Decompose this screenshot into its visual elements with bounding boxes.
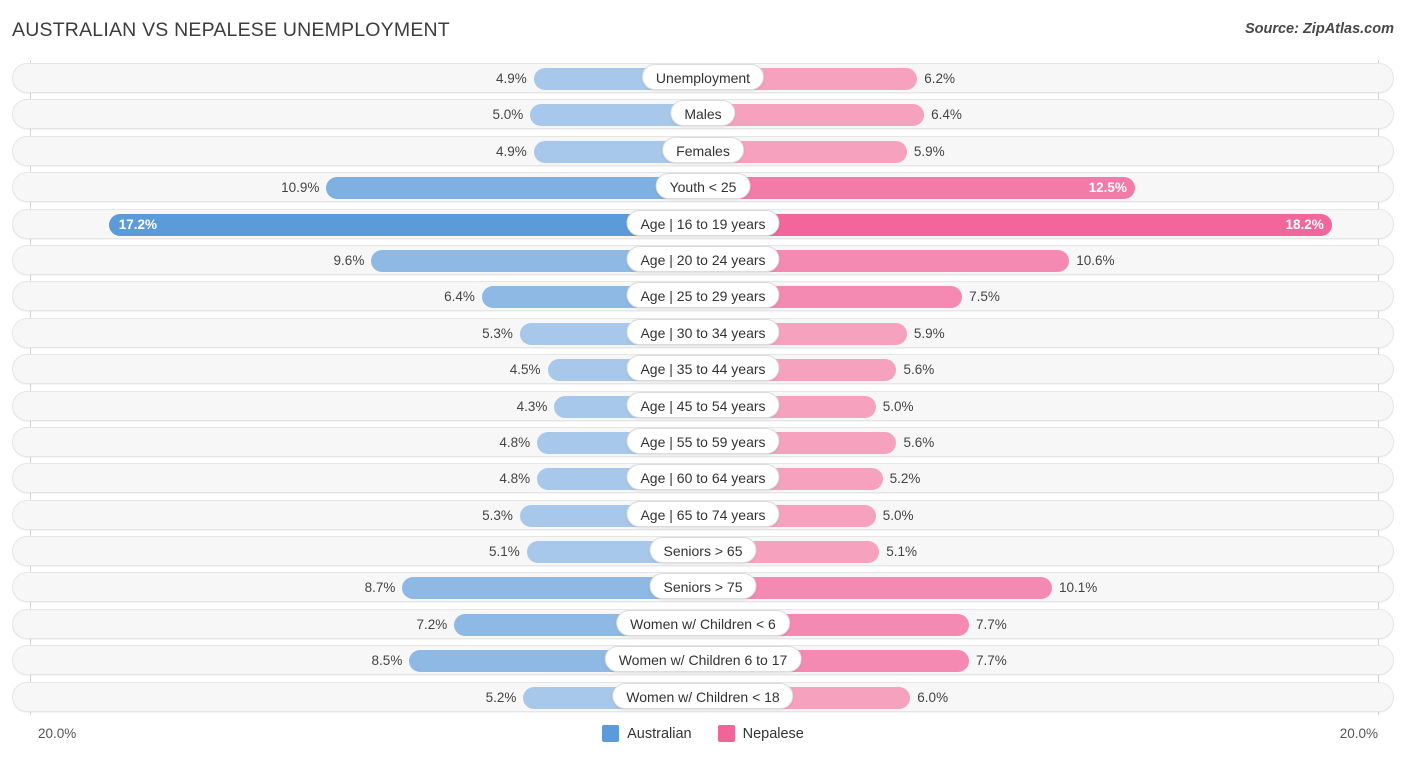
category-label: Age | 35 to 44 years [626, 355, 780, 382]
table-row: 9.6% 10.6% Age | 20 to 24 years [0, 242, 1406, 278]
value-nepalese: 5.2% [889, 471, 921, 487]
bar-nepalese [703, 177, 1135, 200]
value-australian: 9.6% [333, 252, 365, 268]
category-label: Females [662, 136, 744, 163]
legend-label: Australian [627, 725, 692, 742]
value-nepalese: 10.1% [1058, 580, 1098, 596]
category-label: Women w/ Children < 18 [612, 682, 794, 709]
category-label: Unemployment [641, 64, 765, 90]
value-nepalese: 5.9% [913, 143, 945, 159]
value-australian: 7.2% [416, 616, 448, 632]
bar-australian [108, 213, 703, 236]
category-label: Age | 16 to 19 years [626, 209, 780, 236]
chart-rows: 4.9% 6.2% Unemployment 5.0% 6.4% Males 4.9% 5.9… [0, 60, 1406, 715]
category-label: Women w/ Children < 6 [616, 609, 790, 636]
chart-legend: Australian Nepalese [0, 725, 1406, 742]
value-australian: 17.2% [118, 216, 158, 232]
value-australian: 6.4% [444, 289, 475, 305]
value-nepalese: 5.6% [903, 362, 935, 378]
table-row: 8.5% 7.7% Women w/ Children 6 to 17 [0, 642, 1406, 678]
value-nepalese: 6.2% [924, 71, 955, 86]
table-row: 7.2% 7.7% Women w/ Children < 6 [0, 606, 1406, 642]
value-nepalese: 7.7% [976, 616, 1007, 632]
category-label: Seniors > 75 [649, 573, 757, 600]
table-row: 4.3% 5.0% Age | 45 to 54 years [0, 388, 1406, 424]
value-australian: 8.5% [371, 653, 403, 669]
value-nepalese: 5.6% [903, 434, 935, 450]
category-label: Youth < 25 [655, 173, 751, 200]
legend-label: Nepalese [742, 725, 804, 742]
category-label: Women w/ Children 6 to 17 [604, 646, 802, 673]
category-label: Age | 30 to 34 years [626, 318, 780, 345]
value-australian: 5.2% [485, 689, 517, 705]
value-australian: 8.7% [364, 580, 396, 596]
table-row: 5.1% 5.1% Seniors > 65 [0, 533, 1406, 569]
table-row: 5.3% 5.0% Age | 65 to 74 years [0, 497, 1406, 533]
category-label: Age | 45 to 54 years [626, 391, 780, 418]
table-row: 5.2% 6.0% Women w/ Children < 18 [0, 679, 1406, 715]
value-nepalese: 12.5% [1088, 180, 1127, 196]
value-australian: 5.0% [492, 107, 524, 123]
value-nepalese: 5.0% [882, 507, 914, 523]
table-row: 10.9% 12.5% Youth < 25 [0, 169, 1406, 205]
value-nepalese: 5.0% [882, 398, 914, 414]
value-australian: 4.8% [499, 434, 531, 450]
table-row: 6.4% 7.5% Age | 25 to 29 years [0, 278, 1406, 314]
category-label: Age | 65 to 74 years [626, 500, 780, 527]
value-nepalese: 10.6% [1076, 252, 1115, 268]
category-label: Age | 55 to 59 years [626, 427, 780, 454]
value-nepalese: 6.0% [917, 689, 949, 705]
value-australian: 5.3% [482, 325, 513, 341]
value-australian: 4.9% [495, 71, 527, 86]
value-australian: 4.3% [516, 398, 548, 414]
category-label: Age | 20 to 24 years [626, 245, 780, 272]
value-nepalese: 7.7% [976, 653, 1007, 669]
bar-nepalese [703, 213, 1332, 236]
legend-item[interactable]: Nepalese [717, 725, 804, 742]
chart-footer: 20.0% 20.0% Australian Nepalese [0, 715, 1406, 757]
bar-nepalese [703, 104, 925, 127]
value-australian: 4.9% [495, 143, 527, 159]
chart-plot-area: 4.9% 6.2% Unemployment 5.0% 6.4% Males 4.9% 5.9… [0, 60, 1406, 715]
table-row: 4.9% 6.2% Unemployment [0, 60, 1406, 96]
value-australian: 4.5% [509, 362, 541, 378]
value-nepalese: 5.9% [913, 325, 945, 341]
value-nepalese: 7.5% [969, 289, 1000, 305]
value-nepalese: 6.4% [931, 107, 962, 123]
table-row: 4.9% 5.9% Females [0, 133, 1406, 169]
bar-australian [326, 177, 703, 200]
category-label: Males [670, 100, 736, 127]
value-australian: 10.9% [281, 180, 320, 196]
legend-swatch-icon [602, 725, 620, 742]
source-attribution: Source: ZipAtlas.com [1244, 21, 1394, 37]
table-row: 5.3% 5.9% Age | 30 to 34 years [0, 315, 1406, 351]
table-row: 4.8% 5.2% Age | 60 to 64 years [0, 460, 1406, 496]
value-nepalese: 5.1% [886, 544, 917, 560]
table-row: 5.0% 6.4% Males [0, 96, 1406, 132]
value-australian: 4.8% [499, 471, 531, 487]
category-label: Age | 60 to 64 years [626, 464, 780, 491]
value-nepalese: 18.2% [1285, 216, 1324, 232]
category-label: Age | 25 to 29 years [626, 282, 780, 309]
chart-header: AUSTRALIAN VS NEPALESE UNEMPLOYMENT Sour… [0, 0, 1406, 60]
legend-item[interactable]: Australian [602, 725, 692, 742]
value-australian: 5.1% [489, 544, 520, 560]
table-row: 4.8% 5.6% Age | 55 to 59 years [0, 424, 1406, 460]
table-row: 17.2% 18.2% Age | 16 to 19 years [0, 206, 1406, 242]
table-row: 4.5% 5.6% Age | 35 to 44 years [0, 351, 1406, 387]
category-label: Seniors > 65 [649, 537, 757, 564]
page-title: AUSTRALIAN VS NEPALESE UNEMPLOYMENT [12, 19, 450, 41]
table-row: 8.7% 10.1% Seniors > 75 [0, 569, 1406, 605]
value-australian: 5.3% [482, 507, 513, 523]
legend-swatch-icon [717, 725, 735, 742]
